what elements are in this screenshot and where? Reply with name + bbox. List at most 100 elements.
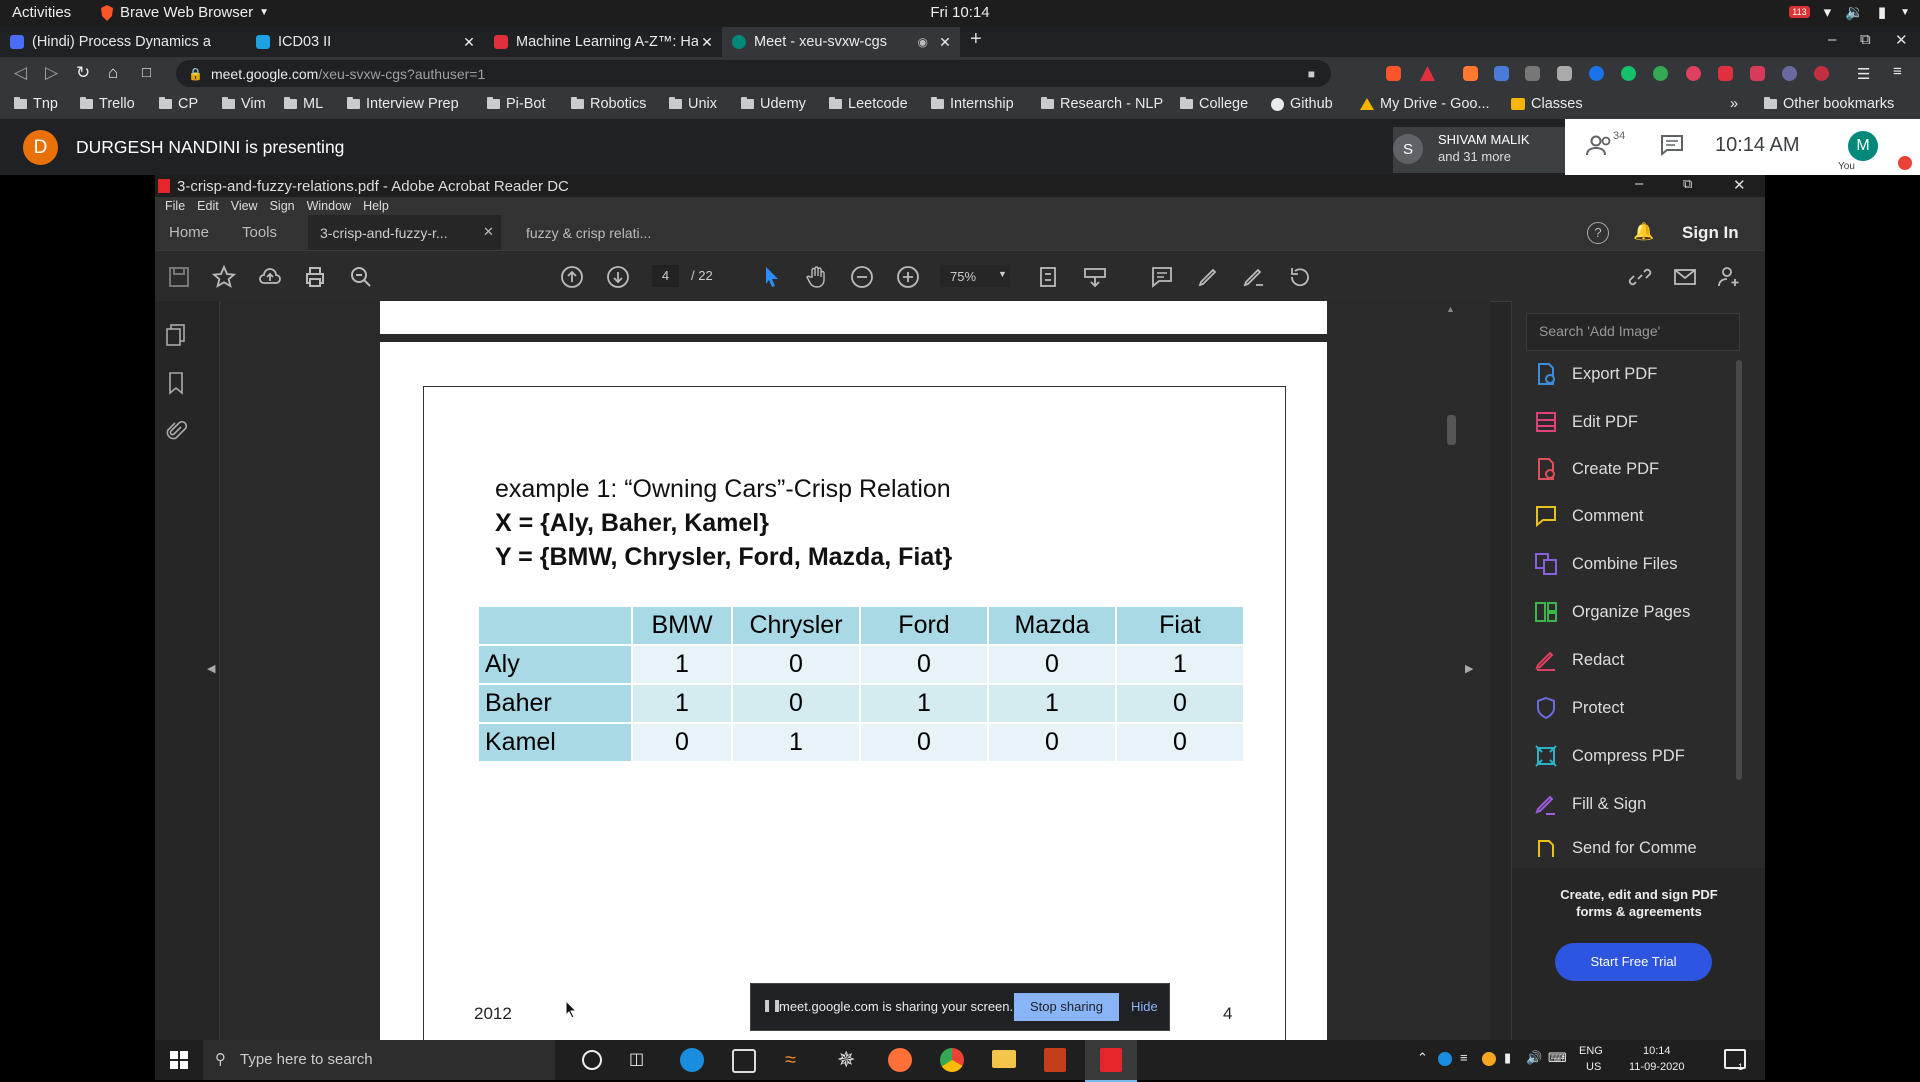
help-icon[interactable]: ? bbox=[1587, 222, 1609, 244]
tool-organize-pages[interactable]: Organize Pages bbox=[1534, 600, 1690, 624]
system-clock[interactable]: Fri 10:14 bbox=[0, 4, 1920, 21]
close-icon[interactable]: ✕ bbox=[460, 34, 478, 51]
chevron-up-icon[interactable]: ⌃ bbox=[1417, 1050, 1428, 1066]
star-icon[interactable] bbox=[212, 265, 236, 289]
browser-tab-active[interactable]: Meet - xeu-svxw-cgs ◉ ✕ bbox=[722, 27, 960, 57]
menu-icon[interactable]: ≡ bbox=[1893, 63, 1902, 80]
chat-button[interactable] bbox=[1660, 134, 1684, 156]
document-tab[interactable]: fuzzy & crisp relati... bbox=[526, 225, 651, 241]
bookmark-icon[interactable] bbox=[167, 371, 185, 395]
scrollbar-thumb[interactable] bbox=[1736, 360, 1742, 780]
language-label[interactable]: ENG bbox=[1579, 1045, 1603, 1057]
email-icon[interactable] bbox=[1673, 265, 1697, 289]
previous-page-icon[interactable] bbox=[560, 265, 584, 289]
restore-button[interactable]: ⧉ bbox=[1860, 31, 1871, 48]
app-menu[interactable]: Brave Web Browser ▼ bbox=[100, 4, 269, 21]
region-label[interactable]: US bbox=[1586, 1061, 1601, 1073]
cortana-icon[interactable] bbox=[582, 1050, 602, 1070]
panel-scrollbar[interactable] bbox=[1734, 354, 1744, 854]
bookmark-folder[interactable]: CP bbox=[159, 96, 198, 112]
bookmark-folder[interactable]: Unix bbox=[669, 96, 717, 112]
bookmark-folder[interactable]: Pi-Bot bbox=[487, 96, 546, 112]
start-free-trial-button[interactable]: Start Free Trial bbox=[1555, 943, 1712, 981]
extension-icon[interactable] bbox=[1814, 66, 1829, 81]
network-icon[interactable]: ≡ bbox=[1460, 1050, 1468, 1065]
app-icon[interactable] bbox=[732, 1049, 756, 1073]
menu-help[interactable]: Help bbox=[363, 199, 389, 213]
task-view-icon[interactable]: ◫ bbox=[629, 1049, 644, 1069]
firefox-icon[interactable] bbox=[888, 1048, 912, 1072]
browser-tab[interactable]: ICD03 II ✕ bbox=[246, 27, 484, 57]
people-button[interactable]: 34 bbox=[1585, 130, 1635, 160]
menu-file[interactable]: File bbox=[165, 199, 185, 213]
system-tray[interactable]: 113 ▾ 🔉 ▮ ▼ bbox=[1789, 3, 1910, 21]
close-icon[interactable]: ✕ bbox=[936, 34, 954, 51]
tray-app-icon[interactable] bbox=[1482, 1052, 1496, 1066]
menu-edit[interactable]: Edit bbox=[197, 199, 219, 213]
bookmark-link[interactable]: Classes bbox=[1511, 96, 1583, 112]
comment-icon[interactable] bbox=[1150, 265, 1174, 289]
print-icon[interactable] bbox=[303, 265, 327, 289]
close-window-button[interactable]: ✕ bbox=[1895, 31, 1908, 49]
extension-icon[interactable] bbox=[1782, 66, 1797, 81]
bookmark-folder[interactable]: Udemy bbox=[741, 96, 806, 112]
attachment-icon[interactable] bbox=[165, 419, 187, 443]
tool-comment[interactable]: Comment bbox=[1534, 504, 1644, 528]
extension-icon[interactable] bbox=[1463, 66, 1478, 81]
windows-start-icon[interactable] bbox=[170, 1051, 188, 1069]
bookmark-folder[interactable]: Vim bbox=[222, 96, 266, 112]
sign-in-button[interactable]: Sign In bbox=[1682, 223, 1739, 243]
tool-redact[interactable]: Redact bbox=[1534, 648, 1624, 672]
bookmark-folder[interactable]: College bbox=[1180, 96, 1248, 112]
scrollbar-thumb[interactable] bbox=[1447, 415, 1456, 445]
bookmark-folder[interactable]: Leetcode bbox=[829, 96, 908, 112]
scroll-mode-icon[interactable] bbox=[1083, 265, 1107, 289]
save-icon[interactable] bbox=[167, 265, 191, 289]
tools-search-input[interactable]: Search 'Add Image' bbox=[1526, 313, 1740, 351]
tool-create-pdf[interactable]: Create PDF ⌄ bbox=[1534, 457, 1744, 481]
menu-window[interactable]: Window bbox=[307, 199, 351, 213]
tool-edit-pdf[interactable]: Edit PDF bbox=[1534, 410, 1638, 434]
tool-send-for-comments[interactable]: Send for Comme bbox=[1534, 839, 1697, 857]
zoom-out-icon[interactable] bbox=[850, 265, 874, 289]
page-thumbnails-icon[interactable] bbox=[165, 323, 187, 347]
file-explorer-icon[interactable] bbox=[992, 1050, 1016, 1068]
share-link-icon[interactable] bbox=[1628, 265, 1652, 289]
browser-tab[interactable]: (Hindi) Process Dynamics a bbox=[0, 27, 246, 57]
media-controls-icon[interactable]: ☰ bbox=[1857, 65, 1870, 83]
collapse-left-panel-icon[interactable]: ◀ bbox=[207, 662, 215, 675]
extension-icon[interactable] bbox=[1494, 66, 1509, 81]
powerpoint-icon[interactable] bbox=[1044, 1048, 1066, 1072]
menu-view[interactable]: View bbox=[231, 199, 258, 213]
bell-icon[interactable]: 🔔 bbox=[1633, 222, 1654, 242]
browser-tab[interactable]: Machine Learning A-Z™: Ha ✕ bbox=[484, 27, 722, 57]
zoom-in-icon[interactable] bbox=[896, 265, 920, 289]
next-page-icon[interactable] bbox=[606, 265, 630, 289]
battery-icon[interactable]: ▮ bbox=[1504, 1050, 1511, 1066]
bookmark-folder[interactable]: Research - NLP bbox=[1041, 96, 1163, 112]
keyboard-icon[interactable]: ⌨ bbox=[1548, 1050, 1567, 1066]
activities-button[interactable]: Activities bbox=[12, 4, 71, 21]
restore-button[interactable]: ⧉ bbox=[1683, 176, 1692, 192]
volume-icon[interactable]: 🔊 bbox=[1526, 1050, 1542, 1066]
page-number-input[interactable]: 4 bbox=[652, 265, 679, 287]
extension-icon[interactable] bbox=[1718, 66, 1733, 81]
menu-sign[interactable]: Sign bbox=[270, 199, 295, 213]
reload-button[interactable]: ↻ bbox=[76, 63, 90, 83]
bookmark-folder[interactable]: Tnp bbox=[14, 96, 58, 112]
extension-icon[interactable] bbox=[1686, 66, 1701, 81]
forward-button[interactable]: ▷ bbox=[45, 63, 58, 83]
fit-page-icon[interactable] bbox=[1037, 265, 1061, 289]
close-icon[interactable]: ✕ bbox=[483, 224, 494, 240]
tab-tools[interactable]: Tools bbox=[242, 224, 277, 241]
extension-icon[interactable] bbox=[1621, 66, 1636, 81]
participant-chip[interactable]: S SHIVAM MALIK and 31 more bbox=[1393, 127, 1565, 173]
bookmark-folder[interactable]: Robotics bbox=[571, 96, 646, 112]
extension-icon[interactable] bbox=[1525, 66, 1540, 81]
hide-button[interactable]: Hide bbox=[1131, 999, 1158, 1014]
document-tab-active[interactable]: 3-crisp-and-fuzzy-r... ✕ bbox=[308, 215, 501, 250]
notification-badge-icon[interactable]: 113 bbox=[1789, 6, 1810, 18]
address-bar[interactable]: 🔒 meet.google.com /xeu-svxw-cgs?authuser… bbox=[176, 60, 1331, 87]
extension-icon[interactable] bbox=[1589, 66, 1604, 81]
expand-right-panel-icon[interactable]: ▶ bbox=[1465, 662, 1473, 675]
